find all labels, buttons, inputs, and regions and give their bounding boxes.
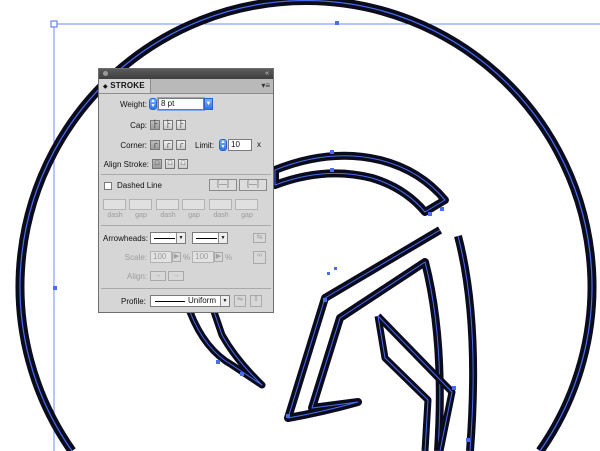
separator xyxy=(101,225,271,226)
dash-2-input[interactable] xyxy=(156,199,179,210)
dash-3-input[interactable] xyxy=(209,199,232,210)
panel-tab-row: ◆ STROKE ▾≡ xyxy=(99,79,273,94)
align-stroke-label: Align Stroke: xyxy=(103,160,149,169)
weight-dropdown-icon[interactable]: ▼ xyxy=(204,98,213,110)
round-cap-button[interactable]: ├ xyxy=(163,120,173,130)
chevron-down-icon: ▼ xyxy=(220,296,229,306)
gap-2-label: gap xyxy=(188,212,200,219)
panel-close-icon[interactable] xyxy=(103,71,108,76)
scale-label: Scale: xyxy=(124,253,147,262)
dash-1-label: dash xyxy=(107,212,123,219)
flip-along-icon[interactable]: ⇋ xyxy=(234,295,246,307)
round-join-button[interactable]: ┌ xyxy=(163,140,173,150)
align-center-button[interactable]: □ xyxy=(152,159,162,169)
gap-3-label: gap xyxy=(241,212,253,219)
preserve-dash-icon[interactable]: [––] xyxy=(209,179,237,191)
dashed-line-checkbox[interactable] xyxy=(104,182,112,190)
panel-titlebar[interactable]: « xyxy=(99,69,273,79)
profile-preview-line xyxy=(155,301,185,302)
end-arrowhead-select[interactable]: ▼ xyxy=(192,232,228,244)
weight-input[interactable]: 8 pt xyxy=(158,98,204,110)
weight-stepper-icon[interactable]: ▲ ▼ xyxy=(149,98,157,110)
link-scale-icon[interactable]: ∞ xyxy=(253,251,266,264)
gap-2-input[interactable] xyxy=(182,199,205,210)
align-dash-corners-icon[interactable]: [––] xyxy=(239,179,267,191)
profile-value: Uniform xyxy=(188,296,217,305)
place-arrow-tip-button[interactable]: → xyxy=(168,271,184,281)
end-scale-input[interactable]: 100 xyxy=(192,251,214,263)
stroke-panel: « ◆ STROKE ▾≡ Weight: ▲ ▼ 8 pt ▼ Cap: ├ ├… xyxy=(98,68,274,313)
gap-3-input[interactable] xyxy=(235,199,258,210)
start-scale-unit: % xyxy=(183,253,191,262)
gap-1-input[interactable] xyxy=(129,199,152,210)
separator xyxy=(101,288,271,289)
chevron-down-icon: ▼ xyxy=(218,233,227,243)
dash-1-input[interactable] xyxy=(103,199,126,210)
separator xyxy=(101,174,271,175)
limit-input[interactable]: 10 xyxy=(228,139,252,151)
arrowheads-label: Arrowheads: xyxy=(103,234,148,243)
panel-collapse-icon[interactable]: « xyxy=(265,69,269,79)
butt-cap-button[interactable]: ├ xyxy=(150,120,160,130)
weight-label: Weight: xyxy=(120,100,147,109)
bevel-join-button[interactable]: ┌ xyxy=(176,140,186,150)
tab-toggle-icon: ◆ xyxy=(103,84,108,90)
panel-menu-icon[interactable]: ▾≡ xyxy=(261,81,270,91)
align-outside-button[interactable]: □ xyxy=(178,159,188,169)
profile-select[interactable]: Uniform ▼ xyxy=(150,295,230,307)
start-scale-input[interactable]: 100 xyxy=(150,251,172,263)
dash-2-label: dash xyxy=(160,212,176,219)
swap-arrowheads-icon[interactable]: ⇆ xyxy=(253,233,266,243)
tab-stroke[interactable]: ◆ STROKE xyxy=(99,79,151,93)
align-inside-button[interactable]: □ xyxy=(165,159,175,169)
miter-join-button[interactable]: ┌ xyxy=(150,140,160,150)
cap-label: Cap: xyxy=(130,121,147,130)
extend-arrow-tip-button[interactable]: → xyxy=(150,271,166,281)
artwork-canvas[interactable] xyxy=(0,0,600,451)
limit-stepper-icon[interactable]: ▲ ▼ xyxy=(219,139,227,151)
start-arrowhead-select[interactable]: ▼ xyxy=(150,232,186,244)
artboard-corner-handle[interactable] xyxy=(50,20,58,28)
limit-unit: x xyxy=(257,140,261,149)
chevron-down-icon: ▼ xyxy=(176,233,185,243)
helmet-face-shape[interactable] xyxy=(284,226,478,451)
projecting-cap-button[interactable]: ├ xyxy=(176,120,186,130)
dash-3-label: dash xyxy=(213,212,229,219)
flip-across-icon[interactable]: ⇕ xyxy=(250,295,262,307)
tab-stroke-label: STROKE xyxy=(110,81,145,90)
corner-label: Corner: xyxy=(120,141,147,150)
end-scale-unit: % xyxy=(225,253,233,262)
align-label: Align: xyxy=(126,272,147,281)
limit-label: Limit: xyxy=(195,141,215,150)
start-scale-dropdown-icon[interactable]: ▶ xyxy=(172,252,181,262)
gap-1-label: gap xyxy=(135,212,147,219)
profile-label: Profile: xyxy=(121,297,146,306)
dashed-line-label: Dashed Line xyxy=(117,181,162,190)
end-scale-dropdown-icon[interactable]: ▶ xyxy=(214,252,223,262)
